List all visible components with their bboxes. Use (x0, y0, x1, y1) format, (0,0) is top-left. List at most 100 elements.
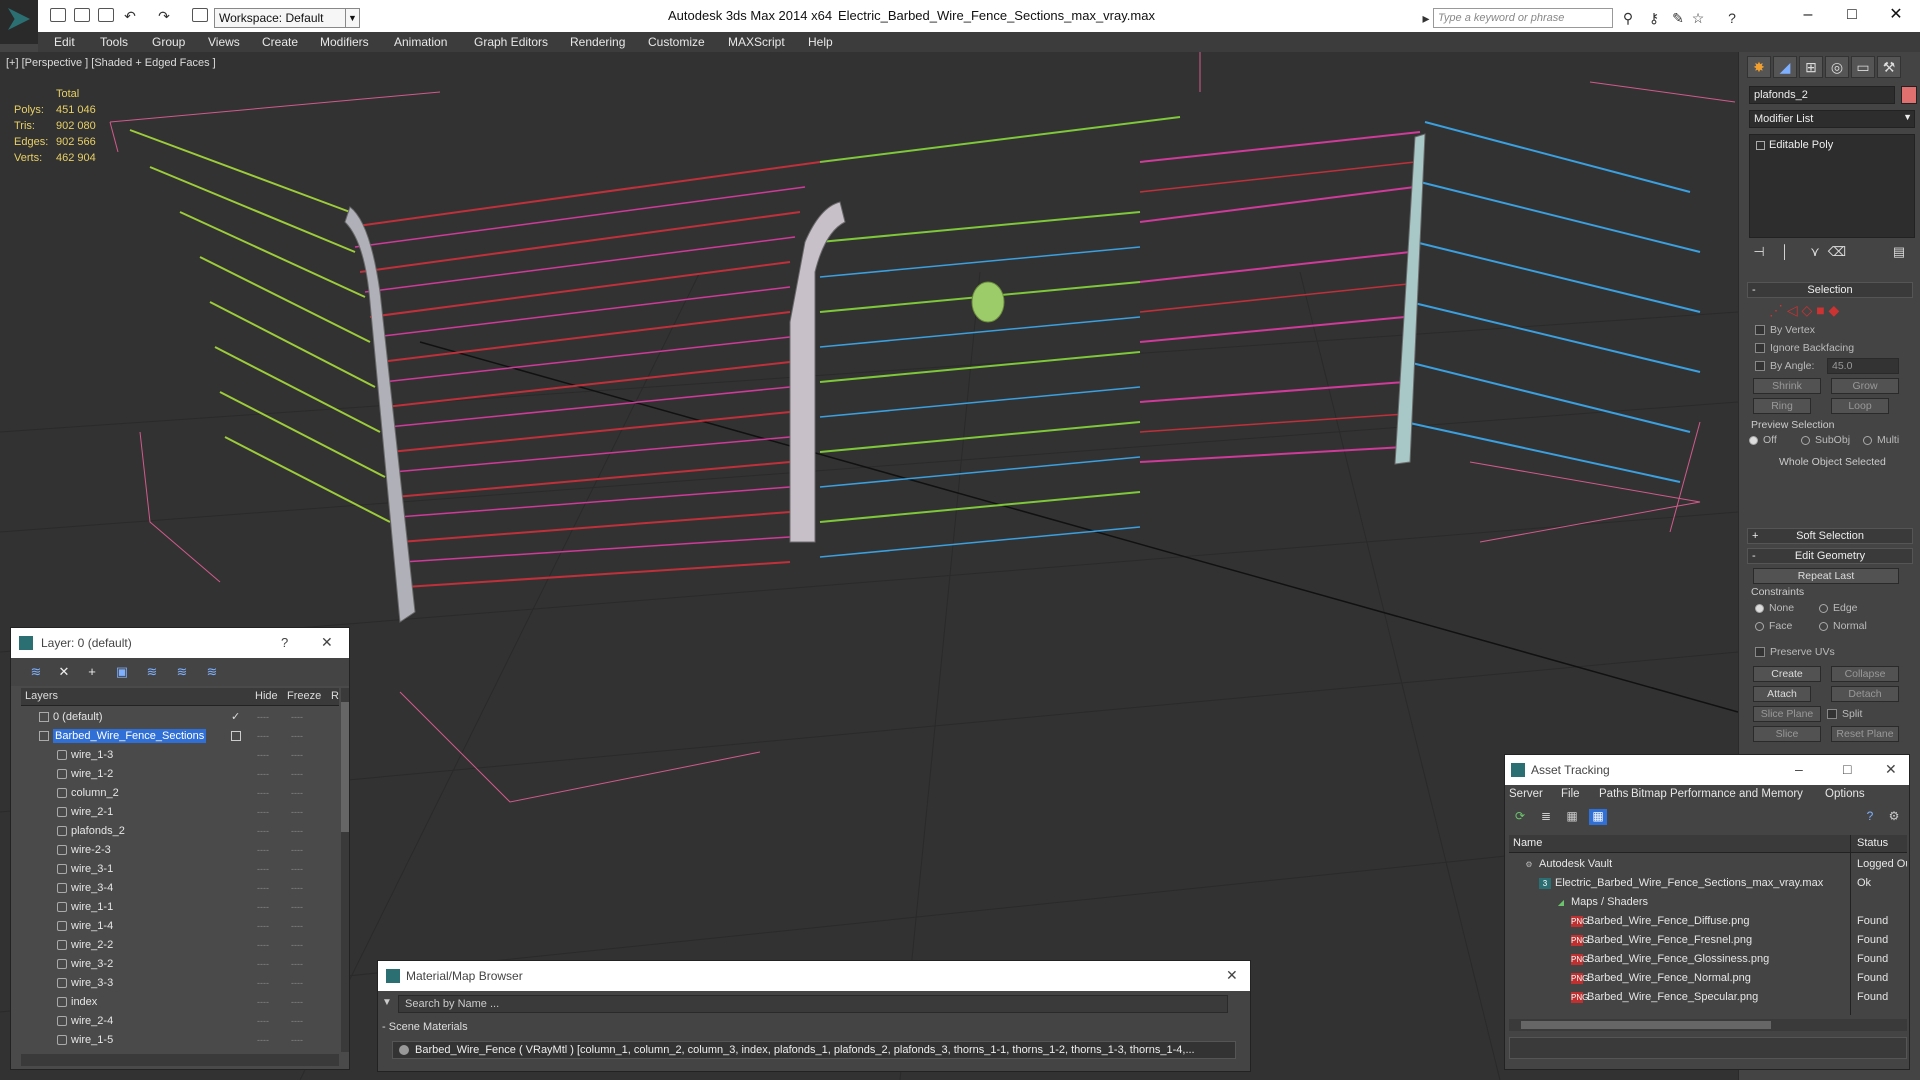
freeze-toggle[interactable]: ---- (291, 712, 303, 722)
layer-row[interactable]: column_2 ---- ---- (21, 784, 339, 803)
hide-unhide-all-icon[interactable]: ≋ (203, 664, 221, 680)
hide-toggle[interactable]: ---- (257, 826, 269, 836)
hide-toggle[interactable]: ---- (257, 959, 269, 969)
soft-selection-rollout[interactable]: + Soft Selection (1747, 528, 1913, 544)
menu-animation[interactable]: Animation (394, 35, 447, 49)
remove-modifier-icon[interactable]: ⌫ (1827, 244, 1847, 262)
layer-row[interactable]: Barbed_Wire_Fence_Sections ---- ---- (21, 727, 339, 746)
column-layers[interactable]: Layers (25, 690, 58, 702)
help-icon[interactable]: ? (1724, 10, 1740, 26)
minimize-button[interactable]: – (1788, 4, 1828, 26)
freeze-toggle[interactable]: ---- (291, 750, 303, 760)
freeze-toggle[interactable]: ---- (291, 1016, 303, 1026)
asset-row[interactable]: ⚙ Autodesk Vault Logged Ou (1509, 855, 1907, 874)
hierarchy-tab-icon[interactable]: ⊞ (1799, 56, 1823, 78)
freeze-toggle[interactable]: ---- (291, 883, 303, 893)
layer-row[interactable]: wire_1-1 ---- ---- (21, 898, 339, 917)
constraint-normal-radio[interactable]: Normal (1819, 620, 1867, 632)
freeze-toggle[interactable]: ---- (291, 978, 303, 988)
refresh-icon[interactable]: ⟳ (1511, 809, 1529, 825)
object-name-field[interactable]: plafonds_2 (1749, 86, 1895, 104)
collapse-button[interactable]: Collapse (1831, 666, 1899, 682)
select-layer-icon[interactable]: ≋ (143, 664, 161, 680)
preserve-uvs-checkbox[interactable]: Preserve UVs (1755, 646, 1835, 658)
hide-toggle[interactable]: ---- (257, 712, 269, 722)
minimize-button[interactable]: – (1795, 761, 1803, 777)
layer-row[interactable]: wire_2-4 ---- ---- (21, 1012, 339, 1031)
ignore-backfacing-checkbox[interactable]: Ignore Backfacing (1755, 342, 1854, 354)
asset-menu-bitmap-performance[interactable]: Bitmap Performance and Memory (1631, 788, 1803, 800)
preview-subobj-radio[interactable]: SubObj (1801, 434, 1850, 446)
hide-toggle[interactable]: ---- (257, 1035, 269, 1045)
undo-icon[interactable]: ↶ (122, 8, 138, 24)
slice-plane-button[interactable]: Slice Plane (1753, 706, 1821, 722)
by-angle-spinner[interactable]: 45.0 (1827, 358, 1899, 374)
column-hide[interactable]: Hide (255, 690, 278, 702)
freeze-toggle[interactable]: ---- (291, 807, 303, 817)
layer-row[interactable]: wire_1-4 ---- ---- (21, 917, 339, 936)
hide-toggle[interactable]: ---- (257, 997, 269, 1007)
hide-toggle[interactable]: ---- (257, 769, 269, 779)
menu-create[interactable]: Create (262, 35, 298, 49)
viewport-label[interactable]: [+] [Perspective ] [Shaded + Edged Faces… (6, 57, 216, 69)
create-tab-icon[interactable]: ✸ (1747, 56, 1771, 78)
ring-button[interactable]: Ring (1753, 398, 1811, 414)
select-objects-icon[interactable]: ▣ (113, 664, 131, 680)
layer-row[interactable]: wire_3-3 ---- ---- (21, 974, 339, 993)
subobject-level-icons[interactable]: ⋰ ◁ ◇ ■ ◆ (1769, 302, 1839, 319)
constraint-face-radio[interactable]: Face (1755, 620, 1792, 632)
layer-row[interactable]: index ---- ---- (21, 993, 339, 1012)
layer-row[interactable]: wire_3-2 ---- ---- (21, 955, 339, 974)
asset-menu-options[interactable]: Options (1825, 788, 1865, 800)
hide-toggle[interactable]: ---- (257, 731, 269, 741)
hide-toggle[interactable]: ---- (257, 902, 269, 912)
favorites-star-icon[interactable]: ☆ (1690, 10, 1706, 26)
asset-menu-paths[interactable]: Paths (1599, 788, 1628, 800)
asset-menu-file[interactable]: File (1561, 788, 1580, 800)
layer-window-titlebar[interactable]: Layer: 0 (default) ? ✕ (11, 628, 349, 658)
repeat-last-button[interactable]: Repeat Last (1753, 568, 1899, 584)
menu-tools[interactable]: Tools (100, 35, 128, 49)
attach-button[interactable]: Attach (1753, 686, 1811, 702)
save-file-icon[interactable] (98, 8, 114, 22)
close-button[interactable]: ✕ (321, 634, 333, 651)
settings-icon[interactable]: ⚙ (1885, 809, 1903, 825)
open-file-icon[interactable] (74, 8, 90, 22)
modifier-list-dropdown[interactable]: Modifier List ▼ (1749, 110, 1915, 128)
layer-row[interactable]: wire_1-5 ---- ---- (21, 1031, 339, 1046)
detail-view-icon[interactable]: ▦ (1563, 809, 1581, 825)
motion-tab-icon[interactable]: ◎ (1825, 56, 1849, 78)
menu-group[interactable]: Group (152, 35, 185, 49)
column-freeze[interactable]: Freeze (287, 690, 321, 702)
browser-options-icon[interactable]: ▼ (382, 997, 392, 1008)
asset-row[interactable]: ◢ Maps / Shaders (1509, 893, 1907, 912)
set-current-checkbox[interactable] (231, 731, 241, 741)
freeze-toggle[interactable]: ---- (291, 959, 303, 969)
loop-button[interactable]: Loop (1831, 398, 1889, 414)
help-button[interactable]: ? (281, 635, 288, 650)
asset-tracking-titlebar[interactable]: Asset Tracking – □ ✕ (1505, 755, 1909, 785)
menu-customize[interactable]: Customize (648, 35, 705, 49)
hide-toggle[interactable]: ---- (257, 750, 269, 760)
workspace-dropdown[interactable]: Workspace: Default ▼ (214, 8, 360, 28)
column-render[interactable]: R (331, 690, 339, 702)
freeze-toggle[interactable]: ---- (291, 731, 303, 741)
material-browser-titlebar[interactable]: Material/Map Browser ✕ (378, 961, 1250, 991)
by-vertex-checkbox[interactable]: By Vertex (1755, 324, 1815, 336)
hide-toggle[interactable]: ---- (257, 978, 269, 988)
asset-row[interactable]: PNG Barbed_Wire_Fence_Fresnel.png Found (1509, 931, 1907, 950)
scene-materials-group[interactable]: - Scene Materials (382, 1021, 1242, 1037)
hide-toggle[interactable]: ---- (257, 1016, 269, 1026)
freeze-toggle[interactable]: ---- (291, 864, 303, 874)
help-icon[interactable]: ? (1861, 809, 1879, 825)
expand-box-icon[interactable] (1756, 140, 1765, 150)
layer-row[interactable]: wire_1-2 ---- ---- (21, 765, 339, 784)
close-button[interactable]: ✕ (1885, 761, 1897, 778)
hide-toggle[interactable]: ---- (257, 940, 269, 950)
stack-item-editable-poly[interactable]: Editable Poly (1756, 139, 1833, 151)
layer-row[interactable]: wire_3-4 ---- ---- (21, 879, 339, 898)
utilities-tab-icon[interactable]: ⚒ (1877, 56, 1901, 78)
hide-toggle[interactable]: ---- (257, 788, 269, 798)
current-layer-check-icon[interactable]: ✓ (231, 710, 240, 723)
configure-sets-icon[interactable]: ▤ (1889, 244, 1909, 262)
